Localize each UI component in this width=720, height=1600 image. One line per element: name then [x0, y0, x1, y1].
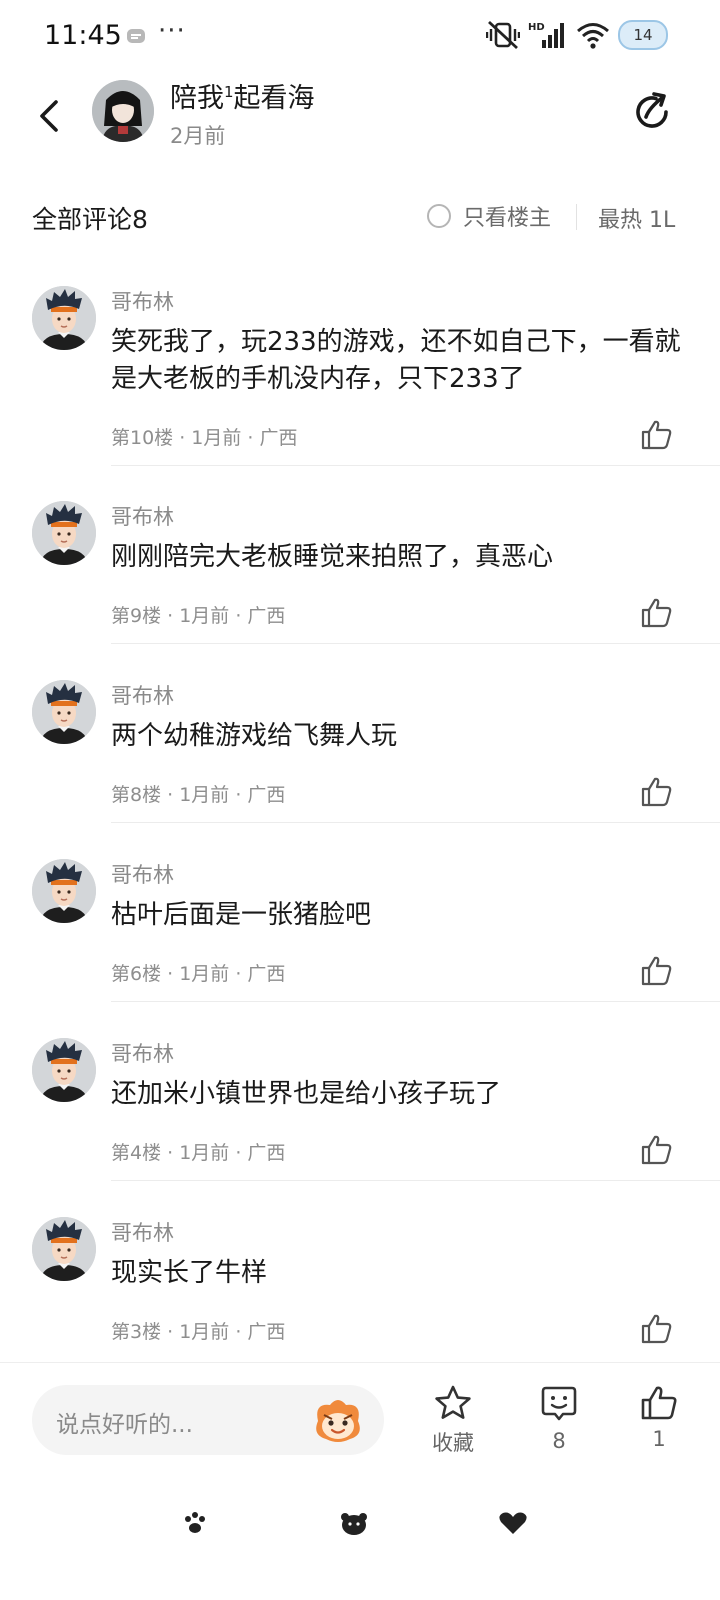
comment-item[interactable]: 哥布林 现实长了牛样 第3楼 · 1月前 · 广西	[0, 1217, 720, 1344]
only-owner-label: 只看楼主	[463, 206, 552, 231]
thumbs-up-icon	[641, 1386, 677, 1420]
commenter-avatar[interactable]	[32, 501, 96, 565]
heart-nav-icon[interactable]	[498, 1510, 528, 1536]
comment-like-button[interactable]	[640, 419, 672, 451]
more-notifications-icon: ···	[158, 16, 186, 46]
comment-meta: 第10楼 · 1月前 · 广西	[111, 427, 298, 449]
battery-indicator: 14	[618, 20, 668, 50]
comment-divider	[111, 822, 720, 823]
comment-divider	[111, 1180, 720, 1181]
commenter-name[interactable]: 哥布林	[111, 859, 174, 889]
sort-option[interactable]: 最热 1L	[598, 202, 678, 234]
comment-button[interactable]: 8	[527, 1385, 591, 1453]
comment-meta: 第3楼 · 1月前 · 广西	[111, 1321, 286, 1343]
comment-smile-icon	[541, 1386, 577, 1421]
thumbs-up-outline-icon	[641, 956, 672, 986]
bottom-action-bar: 说点好听的... 收藏 8 1	[0, 1362, 720, 1472]
collect-label: 收藏	[432, 1431, 474, 1455]
vibrate-off-icon	[486, 20, 520, 50]
post-time: 2月前	[170, 124, 226, 148]
thumbs-up-outline-icon	[641, 420, 672, 450]
comment-like-button[interactable]	[640, 1313, 672, 1345]
comment-item[interactable]: 哥布林 两个幼稚游戏给飞舞人玩 第8楼 · 1月前 · 广西	[0, 680, 720, 859]
comment-count: 8	[552, 1429, 566, 1453]
commenter-avatar[interactable]	[32, 286, 96, 350]
comment-input-placeholder: 说点好听的...	[56, 1412, 193, 1438]
comment-like-button[interactable]	[640, 955, 672, 987]
comment-meta: 第6楼 · 1月前 · 广西	[111, 963, 286, 985]
commenter-avatar-image	[32, 501, 96, 565]
post-header: 陪我1起看海 2月前	[0, 76, 720, 176]
comment-text: 还加米小镇世界也是给小孩子玩了	[111, 1079, 502, 1109]
comment-divider	[111, 643, 720, 644]
mascot-emoji-icon[interactable]	[310, 1395, 366, 1445]
like-button[interactable]: 1	[627, 1385, 691, 1451]
comment-like-button[interactable]	[640, 1134, 672, 1166]
commenter-avatar[interactable]	[32, 680, 96, 744]
system-nav-bar	[0, 1498, 720, 1548]
comment-item[interactable]: 哥布林 笑死我了，玩233的游戏，还不如自己下，一看就是大老板的手机没内存，只下…	[0, 286, 720, 501]
battery-level: 14	[633, 26, 653, 44]
author-avatar-image	[92, 80, 154, 142]
back-arrow-icon[interactable]	[30, 96, 70, 136]
comments-header: 全部评论8 只看楼主 最热 1L	[0, 196, 720, 242]
collect-button[interactable]: 收藏	[421, 1385, 485, 1457]
commenter-name[interactable]: 哥布林	[111, 680, 174, 710]
author-name-sup: 1	[224, 83, 234, 101]
thumbs-up-outline-icon	[641, 1314, 672, 1344]
comment-divider	[111, 1001, 720, 1002]
paw-nav-icon[interactable]	[180, 1510, 210, 1536]
star-icon	[435, 1385, 471, 1419]
comment-like-button[interactable]	[640, 597, 672, 629]
share-icon[interactable]	[630, 90, 674, 134]
comment-meta: 第8楼 · 1月前 · 广西	[111, 784, 286, 806]
message-notification-icon	[127, 29, 145, 43]
thumbs-up-outline-icon	[641, 598, 672, 628]
comment-item[interactable]: 哥布林 枯叶后面是一张猪脸吧 第6楼 · 1月前 · 广西	[0, 859, 720, 1038]
commenter-name[interactable]: 哥布林	[111, 501, 174, 531]
commenter-name[interactable]: 哥布林	[111, 1038, 174, 1068]
comment-item[interactable]: 哥布林 还加米小镇世界也是给小孩子玩了 第4楼 · 1月前 · 广西	[0, 1038, 720, 1217]
status-icons: HD 14	[486, 20, 668, 50]
commenter-avatar-image	[32, 1038, 96, 1102]
comment-text: 枯叶后面是一张猪脸吧	[111, 900, 372, 930]
commenter-avatar-image	[32, 859, 96, 923]
comment-text: 现实长了牛样	[111, 1258, 268, 1288]
post-comments-page: 11:45 ··· HD 14 陪我1起看海 2月前 全部评论8 只看楼主 最热…	[0, 0, 720, 1600]
commenter-avatar[interactable]	[32, 1217, 96, 1281]
wifi-icon	[577, 23, 609, 49]
comments-title: 全部评论8	[32, 205, 148, 234]
commenter-name[interactable]: 哥布林	[111, 286, 174, 316]
svg-text:HD: HD	[528, 22, 545, 33]
commenter-avatar[interactable]	[32, 859, 96, 923]
status-time: 11:45	[44, 20, 122, 51]
radio-icon	[427, 204, 451, 228]
comment-like-button[interactable]	[640, 776, 672, 808]
signal-icon: HD	[528, 22, 564, 48]
comment-meta: 第9楼 · 1月前 · 广西	[111, 605, 286, 627]
thumbs-up-outline-icon	[641, 1135, 672, 1165]
like-count: 1	[652, 1427, 666, 1451]
comment-divider	[111, 465, 720, 466]
commenter-avatar-image	[32, 680, 96, 744]
author-avatar[interactable]	[92, 80, 154, 142]
commenter-avatar-image	[32, 1217, 96, 1281]
status-bar: 11:45 ··· HD 14	[0, 0, 720, 76]
comment-text: 笑死我了，玩233的游戏，还不如自己下，一看就是大老板的手机没内存，只下233了	[111, 327, 681, 394]
commenter-name[interactable]: 哥布林	[111, 1217, 174, 1247]
author-name[interactable]: 陪我1起看海	[170, 76, 315, 115]
commenter-avatar-image	[32, 286, 96, 350]
bear-nav-icon[interactable]	[339, 1510, 369, 1536]
comment-text: 刚刚陪完大老板睡觉来拍照了，真恶心	[111, 542, 554, 572]
commenter-avatar[interactable]	[32, 1038, 96, 1102]
comment-text: 两个幼稚游戏给飞舞人玩	[111, 721, 398, 751]
divider	[576, 204, 577, 230]
comment-input[interactable]: 说点好听的...	[32, 1385, 384, 1455]
comment-item[interactable]: 哥布林 刚刚陪完大老板睡觉来拍照了，真恶心 第9楼 · 1月前 · 广西	[0, 501, 720, 680]
only-owner-toggle[interactable]: 只看楼主	[427, 200, 551, 232]
thumbs-up-outline-icon	[641, 777, 672, 807]
comment-meta: 第4楼 · 1月前 · 广西	[111, 1142, 286, 1164]
